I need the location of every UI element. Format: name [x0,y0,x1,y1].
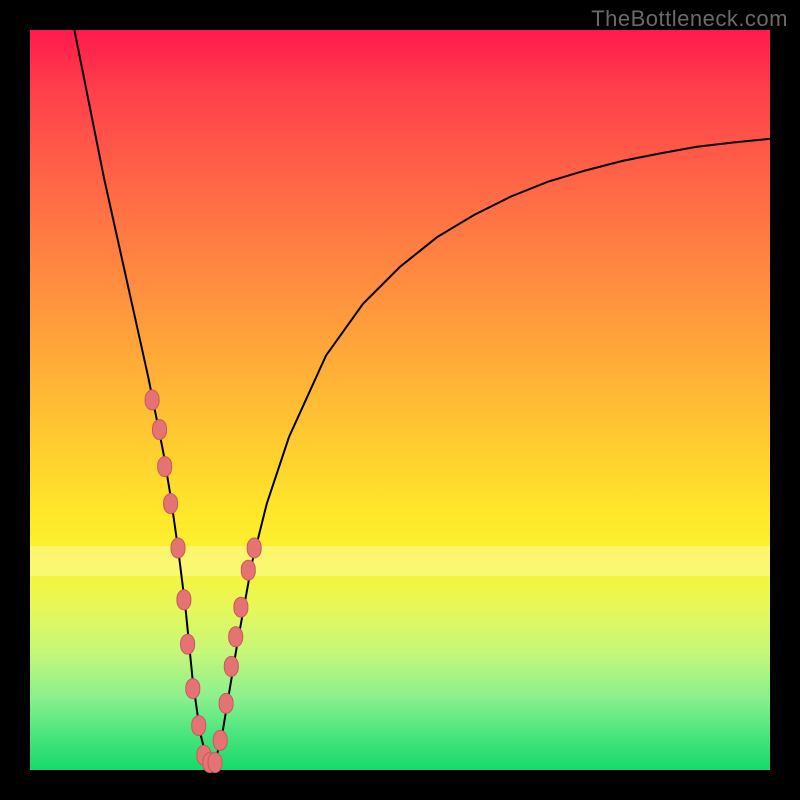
watermark-text: TheBottleneck.com [591,6,788,32]
sample-marker [219,693,233,713]
sample-marker [213,730,227,750]
bottleneck-curve-path [74,30,770,763]
chart-svg [30,30,770,770]
sample-marker [181,634,195,654]
sample-marker [224,656,238,676]
sample-marker [177,590,191,610]
sample-marker [145,390,159,410]
chart-frame [30,30,770,770]
sample-marker [229,627,243,647]
sample-marker [158,457,172,477]
sample-marker [234,597,248,617]
sample-marker [208,753,222,773]
sample-marker [247,538,261,558]
sample-marker [186,679,200,699]
sample-marker [153,420,167,440]
sample-marker [192,716,206,736]
sample-marker [171,538,185,558]
sample-marker [241,560,255,580]
sample-marker [164,494,178,514]
